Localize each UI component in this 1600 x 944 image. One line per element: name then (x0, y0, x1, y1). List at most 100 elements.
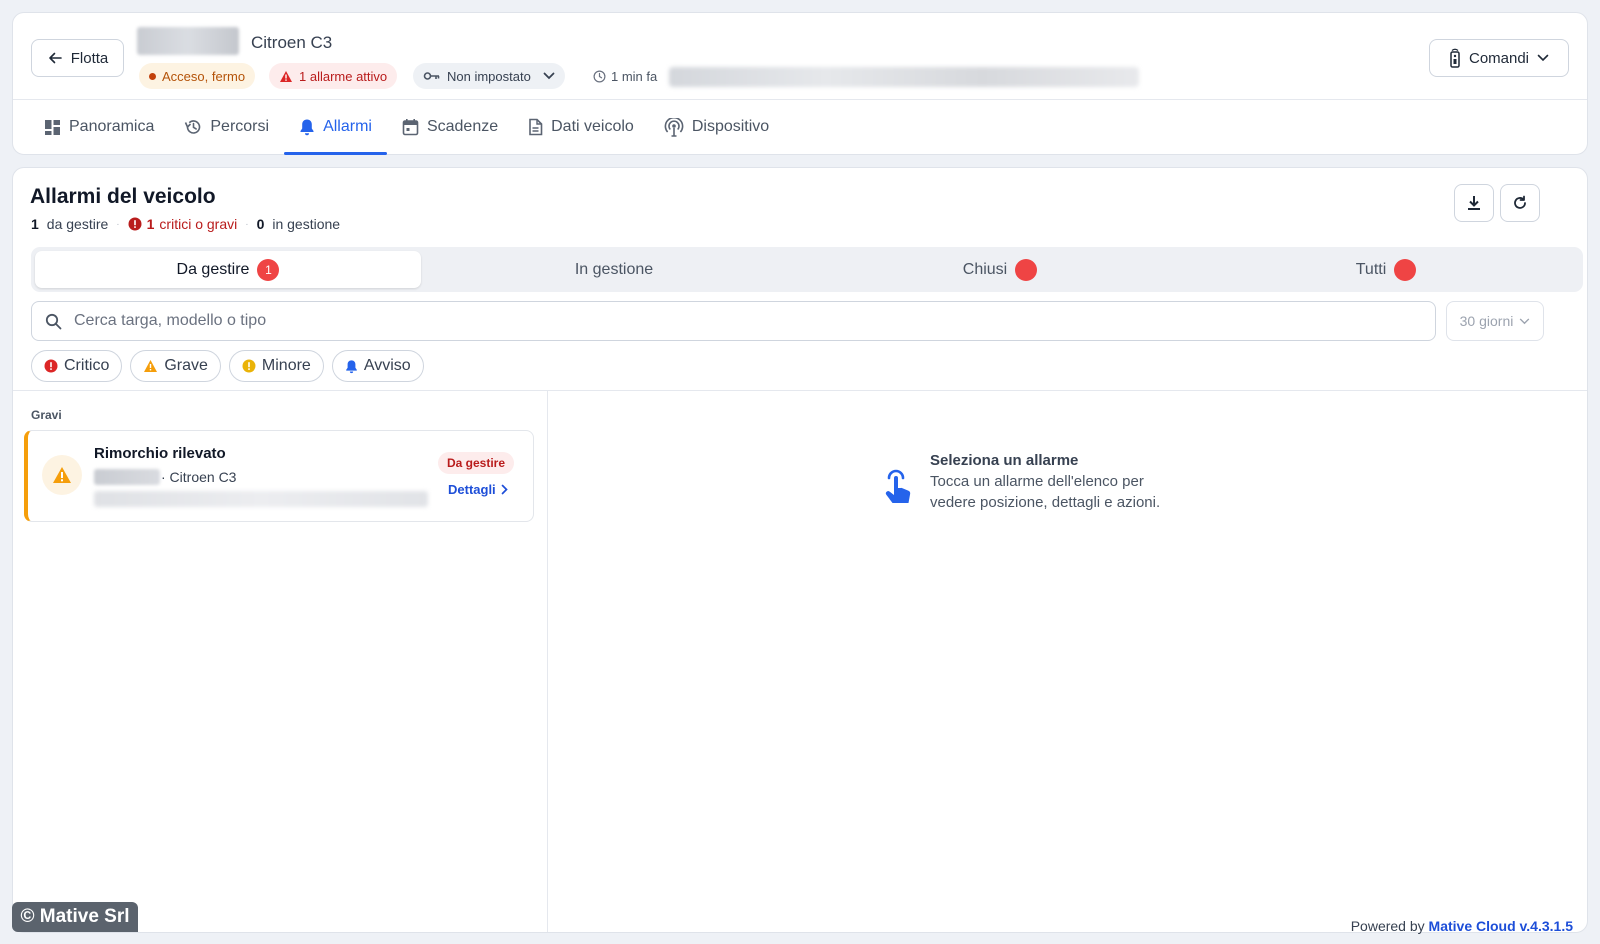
divider (13, 390, 1587, 391)
last-update: 1 min fa (593, 69, 657, 84)
date-range-select[interactable]: 30 giorni (1446, 301, 1544, 341)
filter-label: Minore (261, 357, 311, 374)
empty-text-line2: vedere posizione, dettagli e azioni. (930, 494, 1161, 511)
separator-dot: · (245, 218, 249, 230)
history-icon (184, 118, 202, 136)
status-badge: Acceso, fermo (139, 63, 256, 89)
alarm-list-item[interactable]: Rimorchio rilevato · Citroen C3 Da gesti… (24, 430, 534, 522)
alarm-title: Rimorchio rilevato (94, 445, 226, 462)
chevron-down-icon (1537, 54, 1549, 62)
tab-allarmi[interactable]: Allarmi (284, 100, 387, 155)
key-icon (423, 71, 441, 81)
filter-grave[interactable]: Grave (130, 350, 221, 382)
alarm-address (94, 491, 428, 507)
filter-avviso[interactable]: Avviso (331, 350, 424, 382)
group-label: Gravi (31, 408, 62, 422)
chevron-down-icon (1519, 318, 1530, 325)
critical-stat: 1 critici o gravi (128, 216, 238, 232)
tab-da-gestire[interactable]: Da gestire 1 (35, 251, 421, 288)
warning-icon (279, 70, 293, 83)
commands-button[interactable]: Comandi (1429, 39, 1569, 77)
empty-title: Seleziona un allarme (930, 452, 1079, 469)
commands-label: Comandi (1468, 49, 1530, 67)
vehicle-model: Citroen C3 (251, 33, 333, 52)
count-badge: 1 (257, 258, 280, 281)
count-badge (1015, 258, 1038, 281)
tab-label: Allarmi (323, 118, 372, 135)
page-title: Allarmi del veicolo (30, 185, 216, 208)
tab-label: Scadenze (426, 118, 499, 135)
download-button[interactable] (1454, 184, 1494, 222)
critical-label: critici o gravi (159, 216, 238, 232)
alarms-panel: Allarmi del veicolo 1 da gestire · 1 cri… (12, 167, 1588, 933)
chevron-down-icon (543, 72, 555, 80)
driver-select[interactable]: Non impostato (413, 63, 565, 89)
filter-minore[interactable]: Minore (228, 350, 324, 382)
divider (547, 391, 548, 932)
warning-icon (143, 359, 158, 373)
filter-label: Avviso (363, 357, 411, 374)
search-box (31, 301, 1436, 341)
copyright-badge: © Mative Srl (12, 902, 138, 932)
tab-chiusi[interactable]: Chiusi (807, 251, 1193, 288)
empty-text-line1: Tocca un allarme dell'elenco per (930, 473, 1144, 490)
alarm-status-tabs: Da gestire 1 In gestione Chiusi Tutti (31, 247, 1583, 292)
tab-in-gestione[interactable]: In gestione (421, 251, 807, 288)
tab-dispositivo[interactable]: Dispositivo (649, 100, 784, 154)
tab-percorsi[interactable]: Percorsi (169, 100, 284, 154)
alarm-vehicle-model: · Citroen C3 (161, 469, 237, 485)
bell-icon (299, 118, 315, 136)
tab-dati-veicolo[interactable]: Dati veicolo (513, 100, 649, 154)
tab-tutti[interactable]: Tutti (1193, 251, 1579, 288)
refresh-button[interactable] (1500, 184, 1540, 222)
active-alarm-badge[interactable]: 1 allarme attivo (269, 63, 398, 89)
tab-panoramica[interactable]: Panoramica (29, 100, 169, 154)
license-plate (137, 27, 239, 55)
vehicle-header: Flotta Citroen C3 Acceso, fermo 1 allarm… (12, 12, 1588, 155)
in-progress-label: in gestione (272, 216, 341, 232)
version-link[interactable]: Mative Cloud v.4.3.1.5 (1429, 918, 1573, 934)
in-progress-count: 0 (256, 216, 265, 232)
filter-label: Critico (64, 357, 110, 374)
active-alarm-label: 1 allarme attivo (299, 68, 388, 84)
back-to-fleet-button[interactable]: Flotta (31, 39, 124, 77)
separator-dot: · (116, 218, 120, 230)
segment-label: Chiusi (962, 260, 1008, 278)
empty-state: Seleziona un allarme Tocca un allarme de… (882, 452, 1160, 513)
segment-label: Da gestire (176, 260, 250, 278)
chevron-right-icon (501, 484, 508, 495)
search-icon (45, 313, 62, 330)
minor-icon (242, 359, 256, 373)
remote-icon (1449, 48, 1461, 68)
status-badge: Da gestire (438, 452, 515, 474)
details-label: Dettagli (448, 482, 496, 497)
tab-label: Dati veicolo (551, 118, 634, 135)
powered-prefix: Powered by (1350, 918, 1425, 934)
antenna-icon (664, 117, 684, 137)
filter-critico[interactable]: Critico (31, 350, 123, 382)
search-input[interactable] (74, 312, 1374, 330)
status-label: Acceso, fermo (162, 68, 246, 84)
to-manage-count: 1 (31, 216, 39, 232)
segment-label: In gestione (574, 260, 654, 278)
clock-icon (593, 70, 606, 83)
filter-label: Grave (164, 357, 208, 374)
dashboard-icon (44, 119, 61, 136)
arrow-left-icon (47, 50, 63, 66)
license-plate (94, 469, 160, 485)
status-dot-icon (149, 72, 156, 80)
segment-label: Tutti (1355, 260, 1387, 278)
tab-label: Panoramica (69, 118, 155, 135)
critical-icon (128, 217, 142, 231)
details-link[interactable]: Dettagli (448, 482, 508, 497)
alarm-stats: 1 da gestire · 1 critici o gravi · 0 in … (31, 216, 340, 232)
tab-label: Percorsi (210, 118, 270, 135)
to-manage-label: da gestire (46, 216, 109, 232)
date-range-value: 30 giorni (1459, 313, 1514, 329)
alarm-severity (42, 455, 82, 495)
download-icon (1467, 195, 1481, 211)
driver-label: Non impostato (447, 68, 531, 84)
critical-count: 1 (146, 216, 155, 232)
tab-scadenze[interactable]: Scadenze (387, 100, 513, 154)
warning-icon (52, 466, 72, 484)
